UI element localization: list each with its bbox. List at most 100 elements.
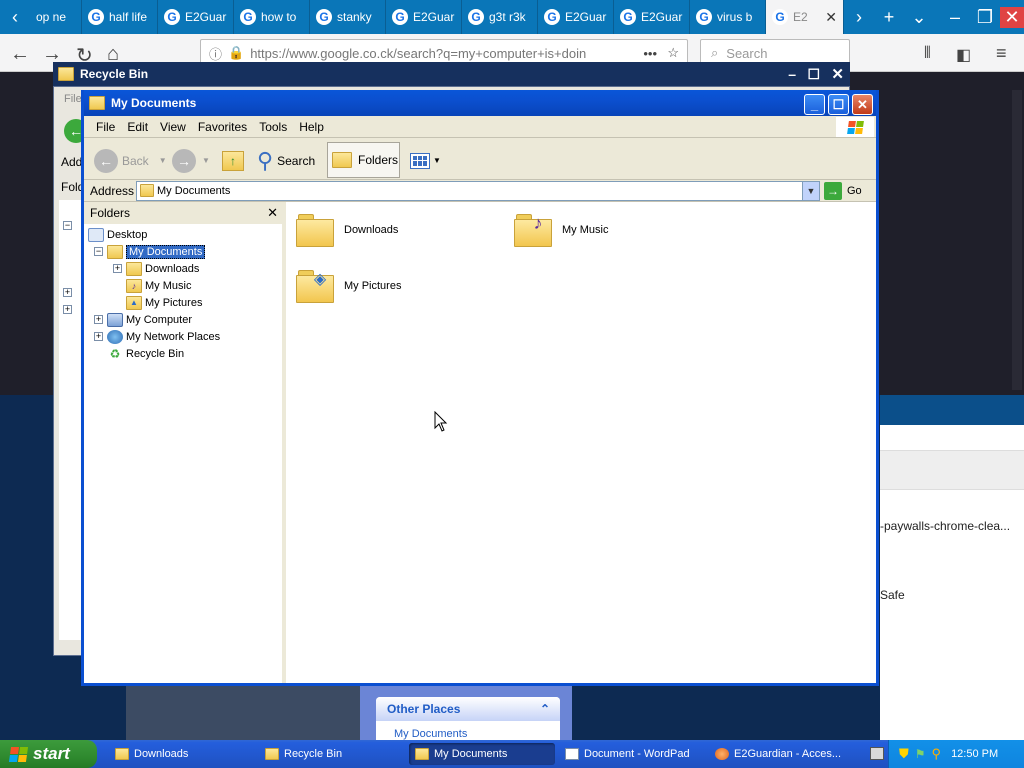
- task-label: My Documents: [434, 748, 508, 760]
- views-grid-icon: [410, 152, 430, 169]
- tree-item-downloads[interactable]: + Downloads: [88, 260, 220, 277]
- folder-item-my-pictures[interactable]: ◈ My Pictures: [296, 268, 401, 304]
- new-tab-icon[interactable]: +: [874, 7, 904, 28]
- search-button[interactable]: ⚲ Search: [257, 145, 315, 176]
- browser-tab[interactable]: G E2Guar: [614, 0, 690, 34]
- menu-item-file[interactable]: File: [90, 120, 121, 134]
- tree-item-desktop[interactable]: Desktop: [88, 226, 220, 243]
- browser-tab[interactable]: Gg3t r3k: [462, 0, 538, 34]
- tree-expand-icon[interactable]: +: [63, 288, 72, 297]
- maximize-button[interactable]: ☐: [828, 94, 849, 115]
- tab-scroll-left-icon[interactable]: ‹: [0, 7, 30, 28]
- other-places-item[interactable]: My Documents: [394, 728, 467, 740]
- tree-item-my-pictures[interactable]: ▲ My Pictures: [88, 294, 220, 311]
- tree-item-my-computer[interactable]: + My Computer: [88, 311, 220, 328]
- menu-item-file[interactable]: File: [64, 93, 82, 105]
- taskbar-item-wordpad[interactable]: Document - WordPad: [559, 743, 705, 765]
- tree-expand-icon[interactable]: +: [63, 305, 72, 314]
- back-button[interactable]: ← Back ▼: [94, 145, 167, 176]
- my-documents-titlebar[interactable]: My Documents _ ☐ ✕: [84, 90, 876, 116]
- network-tray-icon[interactable]: ⚑: [915, 747, 926, 761]
- menu-item-favorites[interactable]: Favorites: [192, 120, 253, 134]
- tree-item-my-network-places[interactable]: + My Network Places: [88, 328, 220, 345]
- menu-item-edit[interactable]: Edit: [121, 120, 154, 134]
- folder-icon: [296, 212, 336, 248]
- taskbar: start Downloads Recycle Bin My Documents…: [0, 740, 1024, 768]
- close-icon[interactable]: ✕: [831, 65, 844, 83]
- search-tray-icon[interactable]: ⚲: [932, 746, 942, 762]
- browser-restore-icon[interactable]: ❐: [970, 7, 1000, 28]
- task-label: Downloads: [134, 748, 189, 760]
- my-documents-window: My Documents _ ☐ ✕ File Edit View Favori…: [81, 90, 879, 686]
- taskbar-item-my-documents[interactable]: My Documents: [409, 743, 555, 765]
- browser-tab[interactable]: G E2Guar: [386, 0, 462, 34]
- go-label: Go: [847, 185, 862, 197]
- tree-collapse-icon[interactable]: −: [63, 221, 72, 230]
- browser-close-icon[interactable]: ✕: [1000, 6, 1024, 28]
- up-folder-button[interactable]: ↑: [222, 145, 244, 176]
- bookmark-star-icon[interactable]: ☆: [667, 45, 679, 61]
- browser-tab[interactable]: Ghalf life: [82, 0, 158, 34]
- browser-tab[interactable]: Gstanky: [310, 0, 386, 34]
- clock[interactable]: 12:50 PM: [951, 748, 998, 760]
- browser-tab[interactable]: op ne: [30, 0, 82, 34]
- pictures-folder-icon: ◈: [296, 268, 336, 304]
- page-actions-icon[interactable]: •••: [643, 46, 657, 61]
- browser-tab[interactable]: G E2Guar: [538, 0, 614, 34]
- address-label: Address: [90, 184, 135, 198]
- menu-item-help[interactable]: Help: [293, 120, 330, 134]
- security-shield-icon[interactable]: ⛊: [899, 746, 909, 762]
- minimize-button[interactable]: _: [804, 94, 825, 115]
- go-button[interactable]: → Go: [824, 181, 862, 201]
- other-places-header[interactable]: Other Places ⌃: [376, 697, 560, 721]
- background-snippet[interactable]: Safe: [880, 588, 905, 602]
- browser-tab[interactable]: Ghow to: [234, 0, 310, 34]
- info-icon[interactable]: ⓘ: [209, 44, 222, 63]
- folder-item-my-music[interactable]: ♪ My Music: [514, 212, 608, 248]
- tree-expand-icon[interactable]: +: [113, 264, 122, 273]
- close-tab-icon[interactable]: ✕: [825, 9, 837, 26]
- browser-scrollbar[interactable]: [1012, 90, 1022, 390]
- close-pane-icon[interactable]: ✕: [267, 205, 278, 221]
- tree-item-my-music[interactable]: ♪ My Music: [88, 277, 220, 294]
- tree-item-recycle-bin[interactable]: ♻ Recycle Bin: [88, 345, 220, 362]
- menu-item-view[interactable]: View: [154, 120, 192, 134]
- back-arrow-icon[interactable]: ←: [10, 43, 30, 66]
- tree-item-my-documents[interactable]: − My Documents: [88, 243, 220, 260]
- tab-scroll-right-icon[interactable]: ›: [844, 7, 874, 28]
- address-dropdown-icon[interactable]: ▼: [802, 182, 819, 200]
- address-field[interactable]: My Documents ▼: [136, 181, 820, 201]
- forward-button[interactable]: → ▼: [172, 145, 210, 176]
- menu-item-tools[interactable]: Tools: [253, 120, 293, 134]
- dropdown-arrow-icon[interactable]: ▼: [202, 156, 210, 165]
- start-button[interactable]: start: [0, 740, 97, 768]
- library-icon[interactable]: ⫴: [924, 45, 931, 63]
- tab-list-chevron-icon[interactable]: ⌄: [904, 7, 934, 28]
- folder-item-downloads[interactable]: Downloads: [296, 212, 398, 248]
- collapse-chevron-icon[interactable]: ⌃: [540, 702, 550, 716]
- hamburger-menu-icon[interactable]: ≡: [996, 43, 1007, 64]
- dropdown-arrow-icon[interactable]: ▼: [159, 156, 167, 165]
- close-button[interactable]: ✕: [852, 94, 873, 115]
- maximize-icon[interactable]: ☐: [807, 66, 820, 83]
- tab-label: stanky: [337, 10, 372, 24]
- background-snippet[interactable]: -paywalls-chrome-clea...: [880, 519, 1010, 533]
- tree-collapse-icon[interactable]: −: [94, 247, 103, 256]
- browser-tab[interactable]: Gvirus b: [690, 0, 766, 34]
- folders-button[interactable]: Folders: [327, 142, 400, 178]
- keyboard-icon[interactable]: [870, 747, 884, 760]
- taskbar-item-recycle-bin[interactable]: Recycle Bin: [259, 743, 405, 765]
- folder-icon: [126, 261, 142, 276]
- browser-minimize-icon[interactable]: –: [940, 7, 970, 28]
- browser-tab[interactable]: G E2Guar: [158, 0, 234, 34]
- taskbar-item-e2guardian[interactable]: E2Guardian - Acces...: [709, 743, 855, 765]
- tree-expand-icon[interactable]: +: [94, 315, 103, 324]
- views-button[interactable]: ▼: [410, 145, 441, 176]
- browser-tab[interactable]: G E2 ✕: [766, 0, 844, 34]
- recycle-bin-titlebar[interactable]: Recycle Bin – ☐ ✕: [53, 62, 850, 86]
- tab-label: half life: [109, 10, 148, 24]
- taskbar-item-downloads[interactable]: Downloads: [109, 743, 255, 765]
- sidebar-icon[interactable]: ◧: [956, 45, 971, 65]
- minimize-icon[interactable]: –: [788, 66, 796, 82]
- tree-expand-icon[interactable]: +: [94, 332, 103, 341]
